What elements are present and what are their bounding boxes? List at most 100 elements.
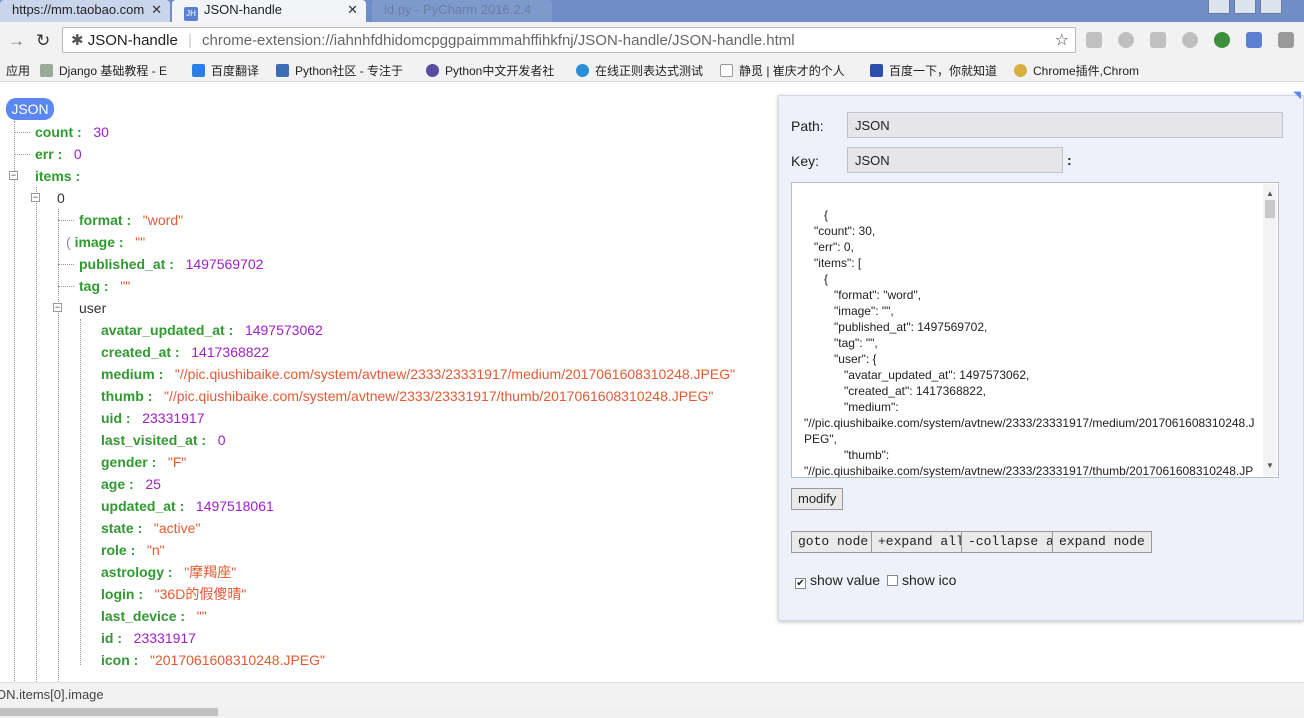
tree-node-count[interactable]: count : 30 [35, 122, 109, 142]
close-icon[interactable]: ✕ [151, 2, 162, 18]
goto-node-button[interactable]: goto node [791, 531, 876, 553]
key-field[interactable]: JSON [847, 147, 1063, 173]
tree-line [14, 121, 15, 681]
tree-line [58, 286, 74, 287]
window-close-icon[interactable] [1260, 0, 1282, 14]
puzzle-icon: ✱ [71, 32, 84, 49]
key-label: Key: [791, 153, 820, 169]
tab-label: ld.py - PyCharm 2016.2.4 [384, 2, 532, 17]
tree-node-role[interactable]: role : "n" [101, 540, 165, 560]
json-text: { "count": 30, "err": 0, "items": [ { "f… [804, 208, 1255, 478]
tree-line [58, 264, 74, 265]
tab-pycharm[interactable]: ld.py - PyCharm 2016.2.4 [372, 0, 552, 22]
bookmark-django[interactable]: Django 基础教程 - E [40, 62, 167, 79]
expand-node-button[interactable]: expand node [1052, 531, 1152, 553]
tree-node-uid[interactable]: uid : 23331917 [101, 408, 205, 428]
checkbox-unchecked-icon[interactable] [887, 575, 898, 586]
tree-line [14, 132, 30, 133]
url-text: chrome-extension://iahnhfdhidomcpggpaimm… [202, 32, 795, 49]
tree-line [58, 220, 74, 221]
status-bar: ON.items[0].image [0, 682, 1304, 706]
reload-icon[interactable]: ↻ [36, 31, 50, 51]
bookmark-baidu[interactable]: 百度一下，你就知道 [870, 62, 997, 79]
textarea-scrollbar[interactable]: ▲ ▼ [1263, 184, 1277, 476]
extension-icon[interactable] [1150, 32, 1166, 48]
json-root-badge[interactable]: JSON [6, 98, 54, 120]
tab-label: https://mm.taobao.com [12, 2, 145, 17]
json-handle-favicon-icon: JH [184, 7, 198, 21]
tree-node-index-0[interactable]: 0 [57, 188, 65, 208]
path-label: Path: [791, 118, 824, 134]
bookmark-python-community[interactable]: Python社区 - 专注于 [276, 62, 403, 79]
bookmark-chrome-plugins[interactable]: Chrome插件,Chrom [1014, 62, 1139, 79]
key-colon: : [1067, 152, 1072, 168]
tree-node-astrology[interactable]: astrology : "摩羯座" [101, 562, 236, 582]
show-value-checkbox[interactable]: ✔ show value [795, 572, 880, 589]
tree-node-tag[interactable]: tag : "" [79, 276, 130, 296]
collapse-toggle[interactable]: − [53, 303, 62, 312]
tree-line [14, 154, 30, 155]
bookmark-baidu-fanyi[interactable]: 百度翻译 [192, 62, 259, 79]
tree-node-avatar-updated-at[interactable]: avatar_updated_at : 1497573062 [101, 320, 323, 340]
bookmarks-bar: 应用 Django 基础教程 - E 百度翻译 Python社区 - 专注于 P… [0, 58, 1304, 82]
collapse-toggle[interactable]: − [31, 193, 40, 202]
expand-all-button[interactable]: +expand all [871, 531, 971, 553]
tree-node-login[interactable]: login : "36D的假傻晴" [101, 584, 246, 604]
tree-node-err[interactable]: err : 0 [35, 144, 82, 164]
json-handle-extension-icon[interactable] [1246, 32, 1262, 48]
tree-node-thumb[interactable]: thumb : "//pic.qiushibaike.com/system/av… [101, 386, 713, 406]
tree-node-user[interactable]: user [79, 298, 106, 318]
menu-icon[interactable] [1278, 32, 1294, 48]
bookmark-python-cn[interactable]: Python中文开发者社 [426, 62, 554, 79]
collapse-toggle[interactable]: − [9, 171, 18, 180]
extension-icon[interactable] [1086, 32, 1102, 48]
path-field[interactable]: JSON [847, 112, 1283, 138]
tree-node-last-device[interactable]: last_device : "" [101, 606, 207, 626]
tree-node-gender[interactable]: gender : "F" [101, 452, 186, 472]
bookmark-apps[interactable]: 应用 [6, 62, 30, 79]
checkbox-checked-icon[interactable]: ✔ [795, 578, 806, 589]
tree-line [58, 209, 59, 682]
tree-line [80, 319, 81, 665]
chrome-extension-icon[interactable] [1214, 32, 1230, 48]
bookmark-jingmi[interactable]: 静觅 | 崔庆才的个人 [720, 62, 845, 79]
minimize-icon[interactable] [1208, 0, 1230, 14]
extension-icon[interactable] [1118, 32, 1134, 48]
close-icon[interactable]: ✕ [347, 2, 358, 18]
panel-corner-icon[interactable]: ◥ [1293, 90, 1301, 101]
tree-node-published-at[interactable]: published_at : 1497569702 [79, 254, 263, 274]
scroll-down-icon[interactable]: ▼ [1266, 458, 1274, 474]
horizontal-scroll-thumb[interactable] [0, 708, 218, 716]
tree-node-medium[interactable]: medium : "//pic.qiushibaike.com/system/a… [101, 364, 735, 384]
tab-taobao[interactable]: https://mm.taobao.com ✕ [0, 0, 170, 22]
extension-name: JSON-handle [87, 32, 178, 49]
tab-label: JSON-handle [204, 2, 283, 17]
horizontal-scrollbar[interactable] [0, 706, 1304, 718]
tree-node-icon[interactable]: icon : "2017061608310248.JPEG" [101, 650, 325, 670]
address-toolbar: → ↻ ✱ JSON-handle | chrome-extension://i… [0, 22, 1304, 58]
tree-node-state[interactable]: state : "active" [101, 518, 200, 538]
tree-node-updated-at[interactable]: updated_at : 1497518061 [101, 496, 274, 516]
address-bar[interactable]: ✱ JSON-handle | chrome-extension://iahnh… [62, 27, 1076, 53]
selected-marker: ( [66, 234, 71, 250]
tab-json-handle[interactable]: JH JSON-handle ✕ [172, 0, 366, 22]
tree-node-created-at[interactable]: created_at : 1417368822 [101, 342, 269, 362]
modify-button[interactable]: modify [791, 488, 844, 510]
show-ico-checkbox[interactable]: show ico [887, 572, 956, 588]
scroll-thumb[interactable] [1265, 200, 1275, 218]
extension-icon[interactable] [1182, 32, 1198, 48]
star-icon[interactable]: ☆ [1055, 30, 1069, 50]
tree-node-image[interactable]: ( image : "" [66, 232, 145, 252]
json-detail-panel: ◥ Path: JSON Key: JSON : { "count": 30, … [778, 90, 1304, 621]
tree-node-age[interactable]: age : 25 [101, 474, 161, 494]
maximize-icon[interactable] [1234, 0, 1256, 14]
tree-node-items[interactable]: items : [35, 166, 80, 186]
json-viewer: JSON − − − count : 30 err : 0 items : 0 … [0, 83, 1304, 682]
bookmark-regex-test[interactable]: 在线正则表达式测试 [576, 62, 703, 79]
tree-node-id[interactable]: id : 23331917 [101, 628, 196, 648]
forward-icon[interactable]: → [8, 31, 25, 51]
address-separator: | [187, 32, 192, 49]
json-textarea[interactable]: { "count": 30, "err": 0, "items": [ { "f… [791, 182, 1279, 478]
tree-node-last-visited-at[interactable]: last_visited_at : 0 [101, 430, 226, 450]
tree-node-format[interactable]: format : "word" [79, 210, 183, 230]
